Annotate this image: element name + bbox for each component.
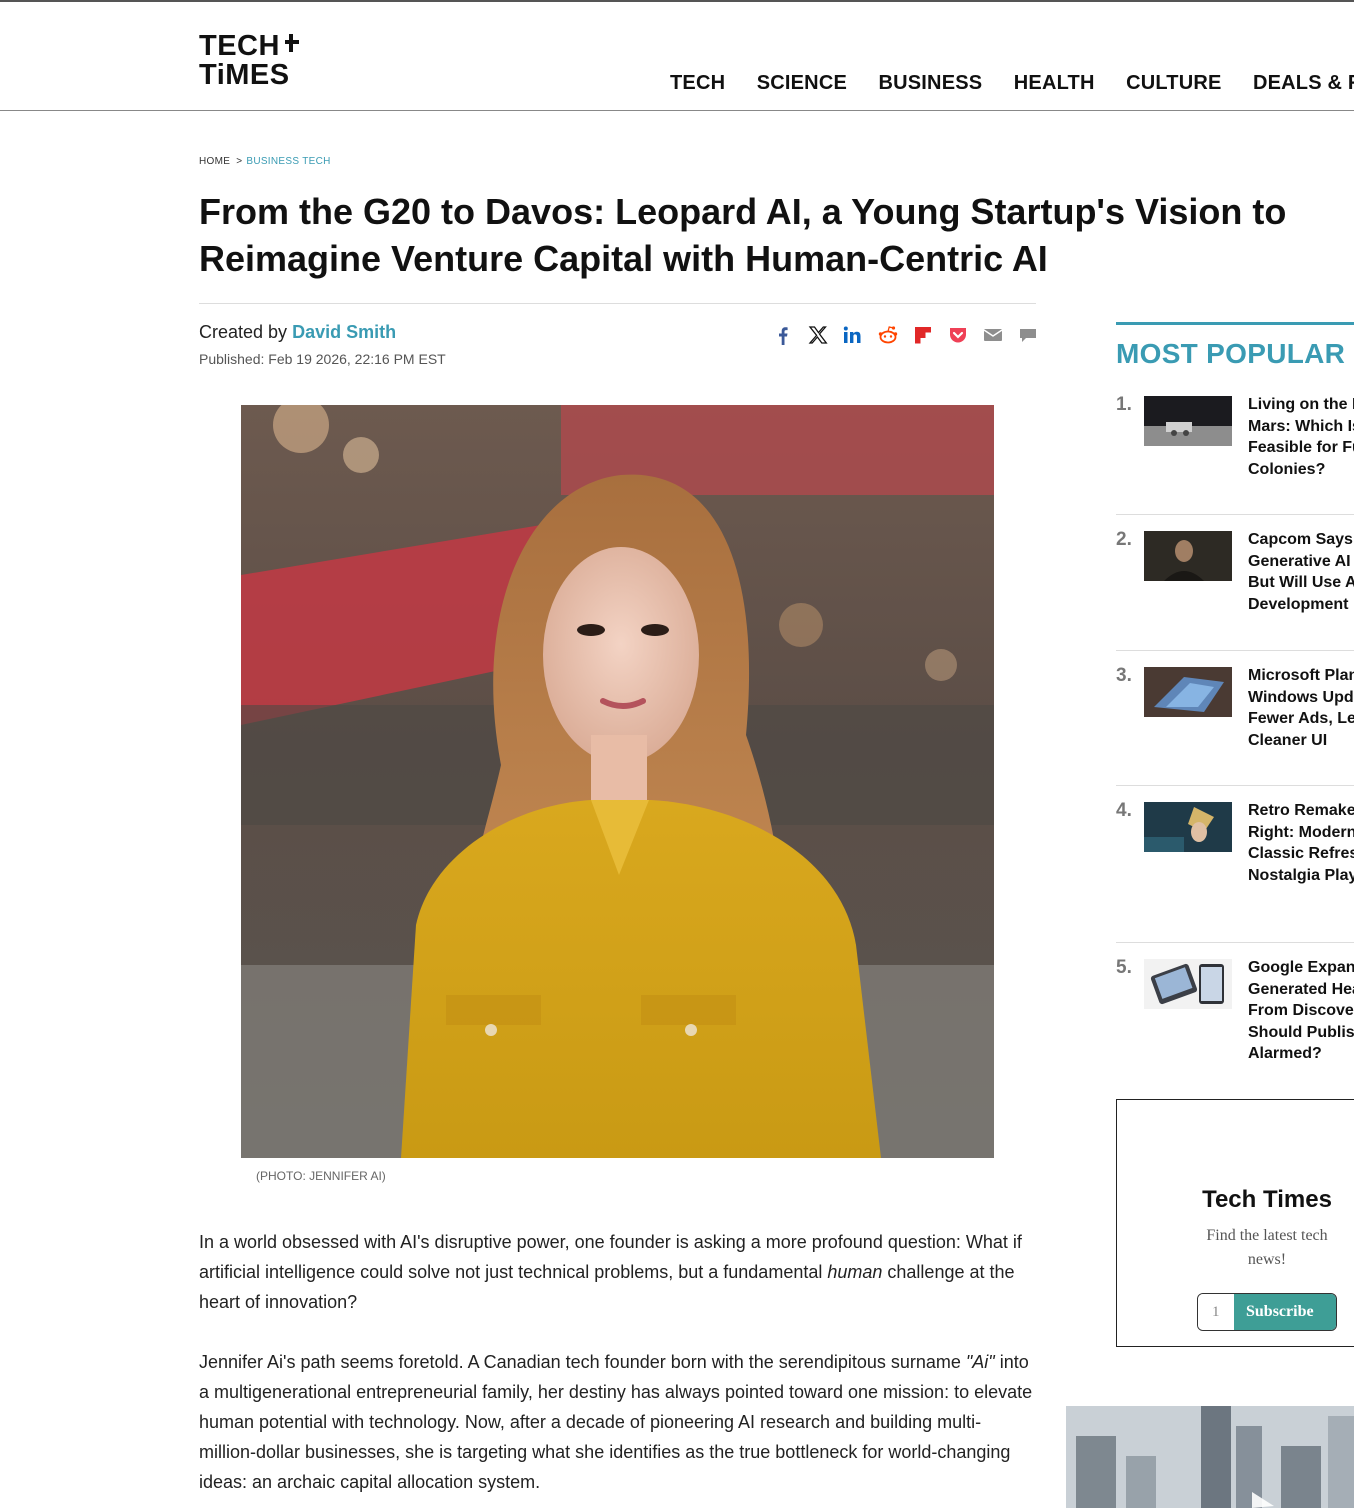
nav-culture[interactable]: CULTURE xyxy=(1126,72,1221,95)
byline: Created by David Smith xyxy=(199,322,396,343)
nav-health[interactable]: HEALTH xyxy=(1014,72,1095,95)
breadcrumb: HOME > BUSINESS TECH xyxy=(199,156,331,167)
p1-emphasis: human xyxy=(827,1262,883,1282)
header-divider xyxy=(0,110,1354,111)
logo-plus-icon xyxy=(285,34,299,52)
popular-divider xyxy=(1116,650,1354,651)
popular-rank: 2. xyxy=(1116,529,1132,550)
popular-headline[interactable]: Microsoft Plans 'Calmer' Windows Update … xyxy=(1248,665,1354,751)
published-date: Published: Feb 19 2026, 22:16 PM EST xyxy=(199,351,446,367)
popular-headline[interactable]: Living on the Moon vs Mars: Which Is Mor… xyxy=(1248,394,1354,480)
share-bar xyxy=(772,324,1039,346)
newsletter-form: Subscribe xyxy=(1197,1293,1337,1331)
popular-thumbnail xyxy=(1144,802,1232,852)
p2-text-b: into a multigenerational entrepreneurial… xyxy=(199,1352,1033,1492)
newsletter-email-input[interactable] xyxy=(1198,1294,1234,1330)
popular-headline[interactable]: Retro Remakes Done Right: Modern Gamepla… xyxy=(1248,800,1354,886)
main-nav: TECH SCIENCE BUSINESS HEALTH CULTURE DEA… xyxy=(670,72,1354,96)
nav-deals[interactable]: DEALS & RE xyxy=(1253,72,1354,95)
popular-headline[interactable]: Google Expands AI-Generated Headlines Fr… xyxy=(1248,957,1354,1065)
nav-tech[interactable]: TECH xyxy=(670,72,725,95)
article-paragraph-2: Jennifer Ai's path seems foretold. A Can… xyxy=(199,1347,1036,1497)
popular-item[interactable]: 2. Capcom Says No Generative AI in Games… xyxy=(1116,529,1354,639)
video-ad-thumbnail[interactable] xyxy=(1066,1406,1354,1508)
newsletter-box: Tech Times Find the latest tech news! Su… xyxy=(1116,1099,1354,1347)
comment-icon[interactable] xyxy=(1017,324,1039,346)
popular-thumbnail xyxy=(1144,959,1232,1009)
breadcrumb-home[interactable]: HOME xyxy=(199,156,230,167)
flipboard-icon[interactable] xyxy=(912,324,934,346)
popular-divider xyxy=(1116,785,1354,786)
article-title: From the G20 to Davos: Leopard AI, a You… xyxy=(199,191,1287,279)
x-icon[interactable] xyxy=(807,324,829,346)
popular-headline[interactable]: Capcom Says No Generative AI in Games Bu… xyxy=(1248,529,1354,615)
popular-thumbnail xyxy=(1144,531,1232,581)
article-paragraph-1: In a world obsessed with AI's disruptive… xyxy=(199,1227,1036,1317)
nav-science[interactable]: SCIENCE xyxy=(757,72,847,95)
author-link[interactable]: David Smith xyxy=(292,322,396,342)
reddit-icon[interactable] xyxy=(877,324,899,346)
logo-line-2: TiMES xyxy=(199,59,290,91)
most-popular-rule xyxy=(1116,322,1354,325)
pocket-icon[interactable] xyxy=(947,324,969,346)
subscribe-button[interactable]: Subscribe xyxy=(1234,1294,1336,1330)
popular-item[interactable]: 4. Retro Remakes Done Right: Modern Game… xyxy=(1116,800,1354,935)
popular-rank: 3. xyxy=(1116,665,1132,686)
title-divider xyxy=(199,303,1036,304)
facebook-icon[interactable] xyxy=(772,324,794,346)
popular-thumbnail xyxy=(1144,396,1232,446)
breadcrumb-category[interactable]: BUSINESS TECH xyxy=(246,156,330,167)
byline-prefix: Created by xyxy=(199,322,288,342)
email-icon[interactable] xyxy=(982,324,1004,346)
photo-caption: (PHOTO: JENNIFER AI) xyxy=(256,1169,386,1183)
site-logo[interactable]: TECH TiMES xyxy=(199,32,309,92)
most-popular-title: MOST POPULAR xyxy=(1116,338,1346,369)
popular-item[interactable]: 1. Living on the Moon vs Mars: Which Is … xyxy=(1116,394,1354,504)
popular-thumbnail xyxy=(1144,667,1232,717)
popular-rank: 4. xyxy=(1116,800,1132,821)
popular-rank: 5. xyxy=(1116,957,1132,978)
popular-divider xyxy=(1116,942,1354,943)
newsletter-subtitle: Find the latest tech news! xyxy=(1206,1227,1328,1268)
popular-rank: 1. xyxy=(1116,394,1132,415)
breadcrumb-separator: > xyxy=(236,156,243,167)
popular-divider xyxy=(1116,514,1354,515)
hero-photo xyxy=(241,405,994,1158)
popular-item[interactable]: 3. Microsoft Plans 'Calmer' Windows Upda… xyxy=(1116,665,1354,775)
newsletter-title: Tech Times xyxy=(1202,1186,1332,1213)
p2-emphasis: "Ai" xyxy=(965,1352,995,1372)
p2-text-a: Jennifer Ai's path seems foretold. A Can… xyxy=(199,1352,966,1372)
top-border xyxy=(0,0,1354,2)
linkedin-icon[interactable] xyxy=(842,324,864,346)
popular-item[interactable]: 5. Google Expands AI-Generated Headlines… xyxy=(1116,957,1354,1092)
nav-business[interactable]: BUSINESS xyxy=(878,72,982,95)
